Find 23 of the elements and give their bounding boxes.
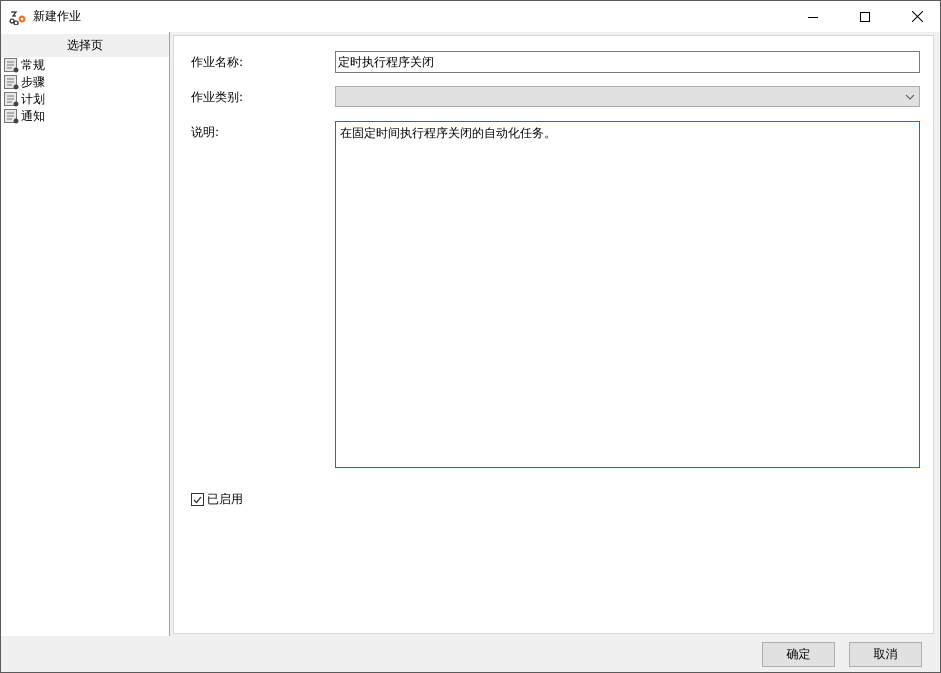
sidebar-item[interactable]: 步骤	[1, 74, 169, 91]
field-label: 作业名称:	[191, 54, 244, 71]
app-icon	[9, 8, 27, 24]
sidebar-item[interactable]: 常规	[1, 57, 169, 74]
enabled-checkbox[interactable]: 已启用	[191, 491, 920, 508]
description-field[interactable]: 在固定时间执行程序关闭的自动化任务。	[335, 121, 920, 468]
dialog-button[interactable]: 确定	[762, 642, 835, 666]
maximize-icon	[860, 12, 870, 22]
field-label: 说明:	[191, 124, 220, 141]
checkmark-icon	[193, 496, 202, 504]
field-label: 作业类别:	[191, 89, 244, 106]
name-field[interactable]: 定时执行程序关闭	[335, 51, 920, 73]
page-icon	[4, 75, 19, 90]
window-title: 新建作业	[33, 8, 82, 25]
chevron-down-icon	[905, 94, 915, 100]
sidebar-item[interactable]: 计划	[1, 91, 169, 108]
page-icon	[4, 58, 19, 73]
sidebar-item[interactable]: 通知	[1, 108, 169, 125]
dialog-button[interactable]: 取消	[849, 642, 922, 666]
sidebar-header: 选择页	[1, 34, 169, 57]
page-icon	[4, 92, 19, 107]
close-icon	[912, 11, 922, 22]
page-icon	[4, 109, 19, 124]
